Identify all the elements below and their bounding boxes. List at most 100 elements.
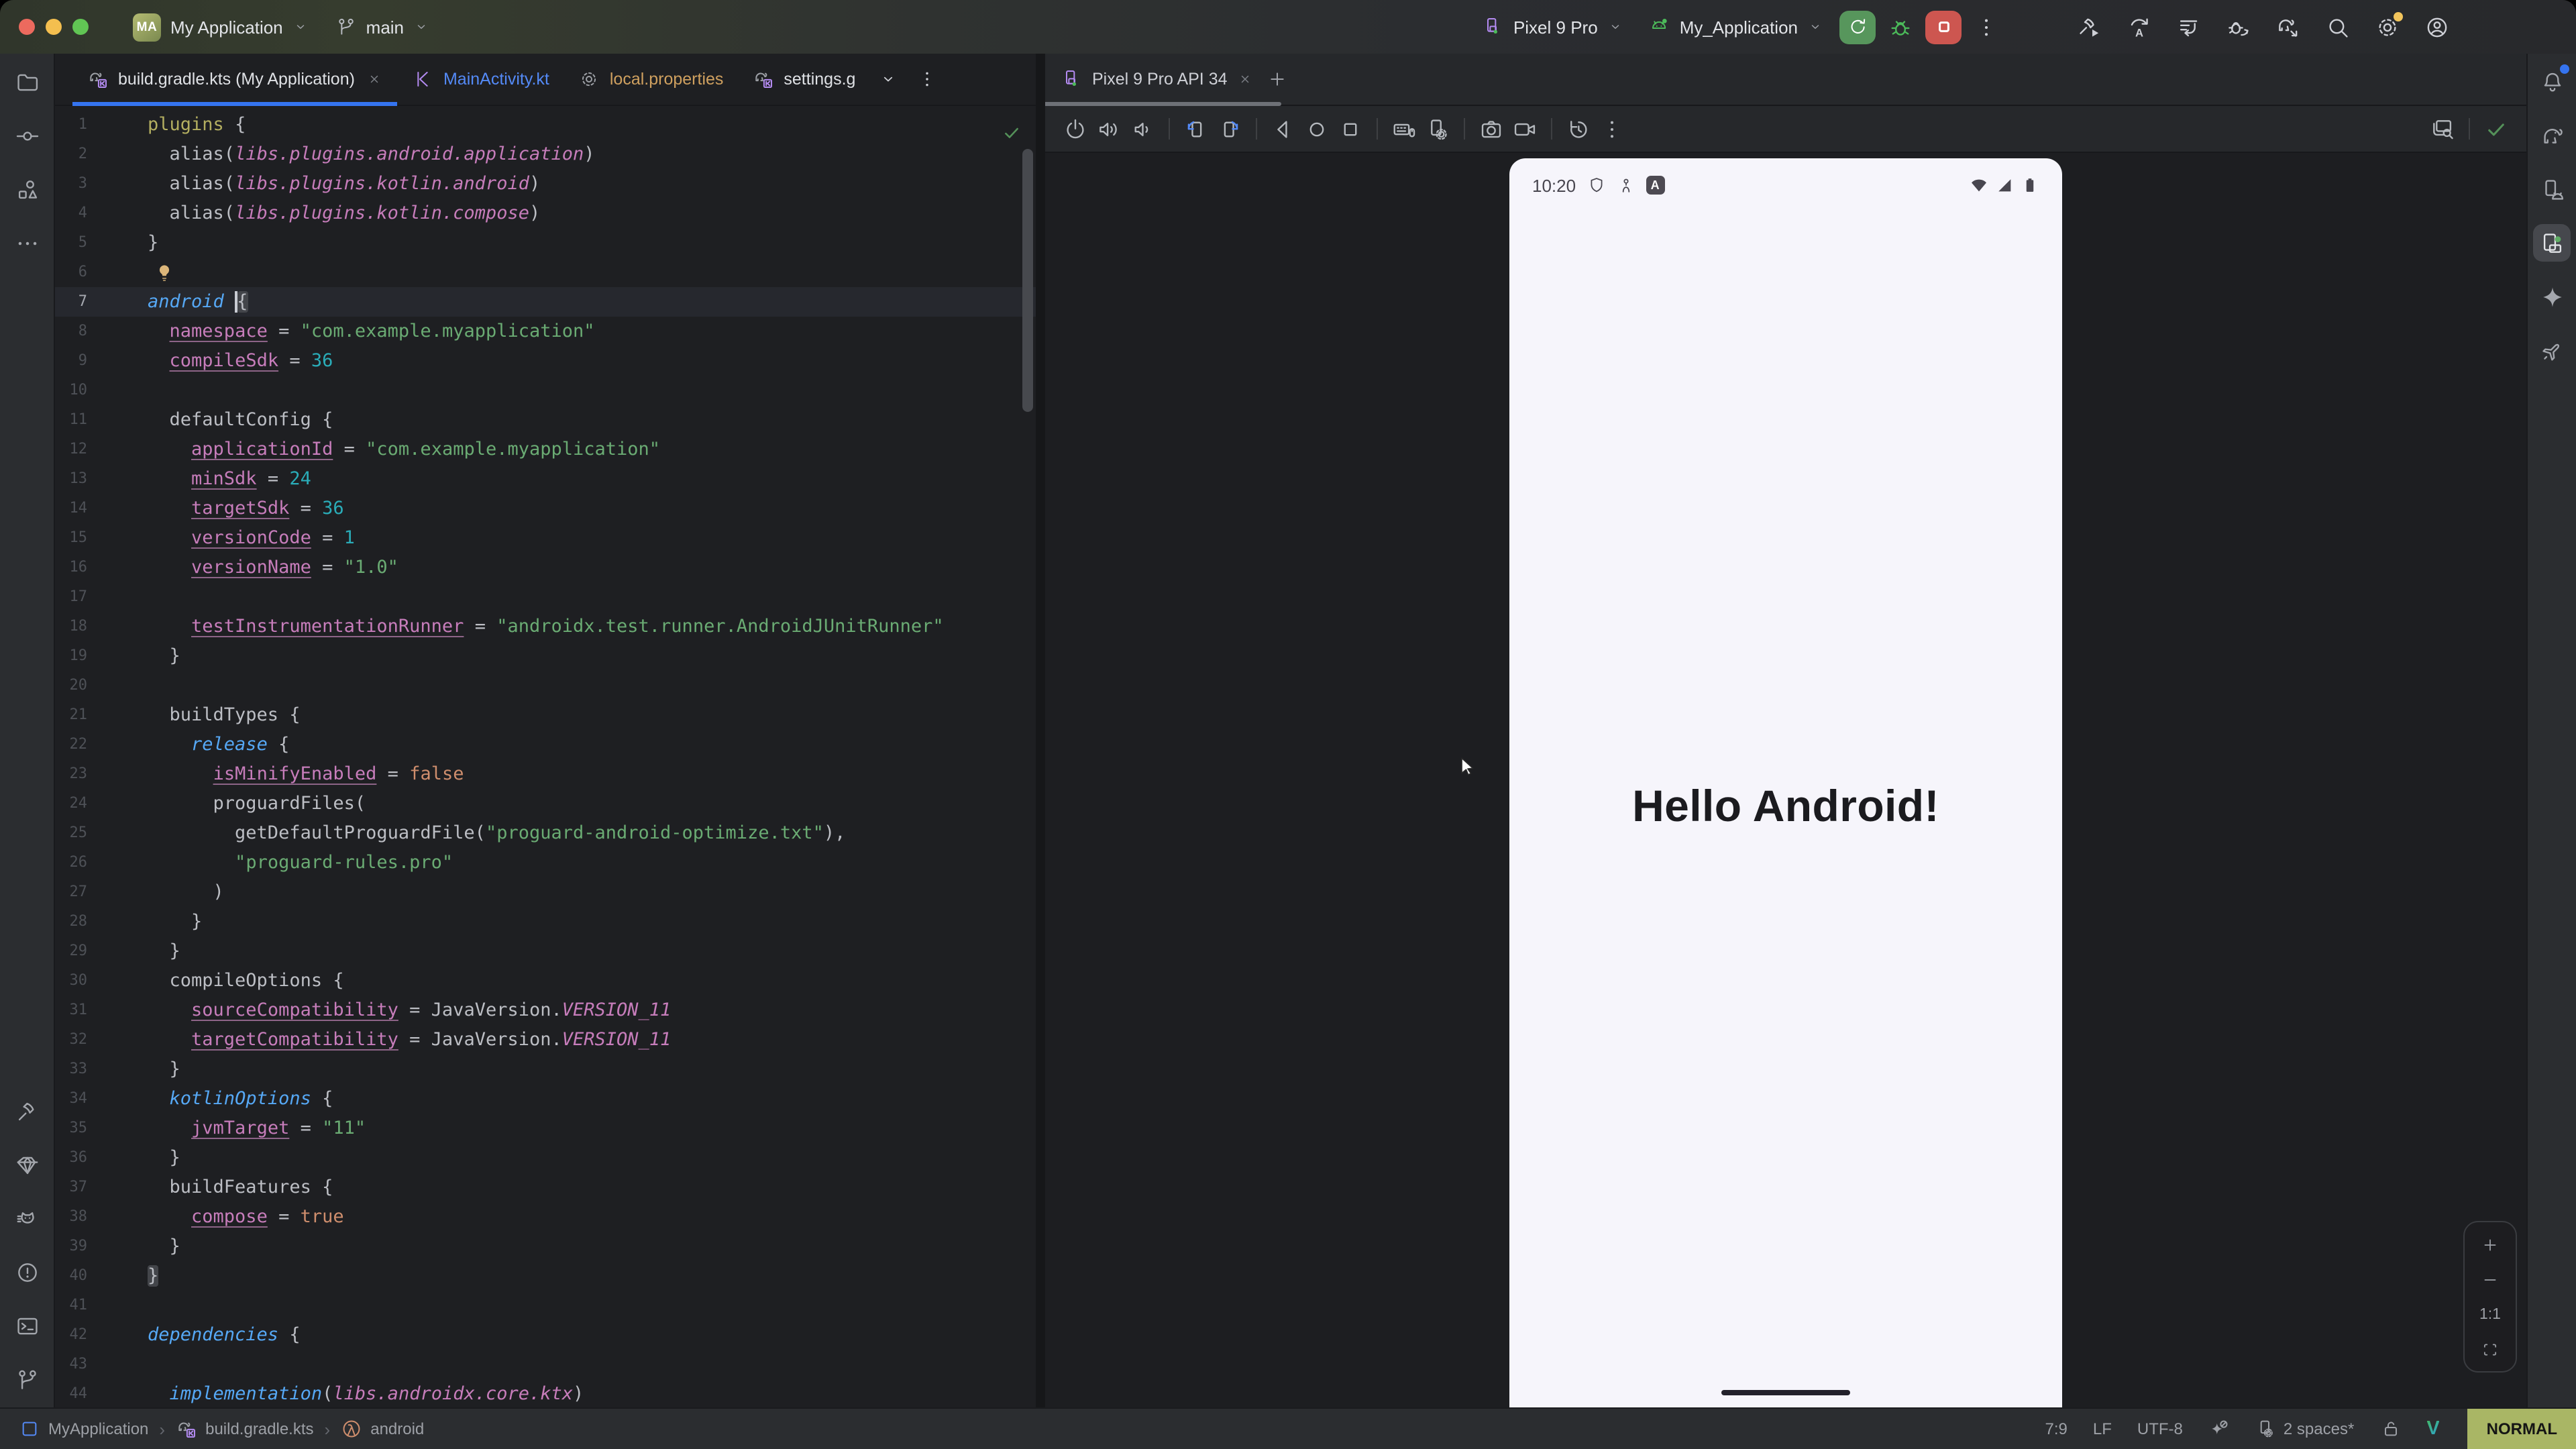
profile-button[interactable] [2419, 9, 2455, 45]
emulator-more-button[interactable] [1595, 113, 1629, 145]
lightbulb-icon[interactable] [153, 261, 176, 284]
line-separator[interactable]: LF [2093, 1419, 2112, 1438]
person-icon [1616, 176, 1635, 195]
ideavim-logo[interactable]: V [2426, 1418, 2439, 1440]
code-token: alias( [148, 144, 235, 165]
problems-tool-button[interactable] [8, 1253, 46, 1291]
toolbar-separator [1377, 118, 1378, 140]
vcs-branch-widget[interactable]: main [326, 11, 439, 43]
code-token: ) [148, 881, 224, 903]
cursor-position[interactable]: 7:9 [2045, 1419, 2068, 1438]
screenshot-button[interactable] [1474, 113, 1508, 145]
code-editor[interactable]: 1plugins {2 alias(libs.plugins.android.a… [55, 106, 1036, 1407]
hardware-input-button[interactable] [1387, 113, 1421, 145]
volume-down-button[interactable] [1126, 113, 1159, 145]
running-devices-tool-button[interactable] [2533, 224, 2571, 262]
editor-tab[interactable]: settings.g [738, 54, 870, 105]
indent-setting[interactable]: 2 spaces* [2255, 1418, 2354, 1440]
run-more-options-button[interactable] [1968, 9, 2004, 45]
more-tool-windows-button[interactable] [8, 224, 46, 262]
overview-button[interactable] [1334, 113, 1367, 145]
device-streaming-tool-button[interactable] [2533, 331, 2571, 369]
build-tool-button[interactable] [8, 1092, 46, 1130]
line-number: 13 [55, 464, 87, 494]
editor-tab[interactable]: MainActivity.kt [398, 54, 564, 105]
gesture-navigation-bar[interactable] [1721, 1389, 1850, 1395]
debug-button[interactable] [1882, 9, 1919, 45]
emulator-tab-bar: Pixel 9 Pro API 34 [1045, 54, 2526, 106]
rotate-right-button[interactable] [1213, 113, 1246, 145]
close-window-button[interactable] [19, 19, 35, 35]
attach-debugger-button[interactable] [2220, 9, 2257, 45]
code-token: proguardFiles( [148, 793, 366, 814]
zoom-actual-size-button[interactable]: 1:1 [2473, 1299, 2508, 1330]
logcat-tool-button[interactable] [8, 1199, 46, 1237]
gradle-tool-button[interactable] [2533, 117, 2571, 154]
notifications-tool-button[interactable] [2533, 63, 2571, 101]
editor-tab[interactable]: local.properties [564, 54, 739, 105]
project-tool-button[interactable] [8, 63, 46, 101]
power-button[interactable] [1059, 113, 1092, 145]
apply-code-changes-button[interactable] [2171, 9, 2207, 45]
rerun-button[interactable] [1839, 10, 1876, 44]
code-line-content: } [148, 1232, 180, 1261]
minimize-window-button[interactable] [46, 19, 62, 35]
home-button[interactable] [1300, 113, 1334, 145]
sync-gradle-button[interactable] [2270, 9, 2306, 45]
device-screen[interactable]: 10:20 A Hello Android! [1509, 158, 2062, 1407]
editor-tab[interactable]: build.gradle.kts (My Application) [72, 54, 398, 105]
rotate-left-button[interactable] [1179, 113, 1213, 145]
settings-button[interactable] [2369, 9, 2406, 45]
device-settings-button[interactable] [1421, 113, 1454, 145]
zoom-in-button[interactable] [2473, 1229, 2508, 1260]
search-everywhere-button[interactable] [2320, 9, 2356, 45]
line-number: 9 [55, 346, 87, 376]
layout-inspector-button[interactable] [2426, 113, 2459, 145]
code-token: namespace [170, 321, 268, 342]
file-encoding[interactable]: UTF-8 [2137, 1419, 2183, 1438]
hidden-tabs-dropdown[interactable] [870, 61, 906, 97]
build-run-button[interactable] [2072, 9, 2108, 45]
commit-tool-button[interactable] [8, 117, 46, 154]
device-manager-tool-button[interactable] [2533, 170, 2571, 208]
run-configuration-selector[interactable]: My_Application [1640, 11, 1833, 43]
zoom-out-button[interactable] [2473, 1264, 2508, 1295]
code-line: 27 ) [55, 877, 1036, 907]
gemini-tool-button[interactable] [2533, 278, 2571, 315]
snapshots-button[interactable] [1562, 113, 1595, 145]
stop-button[interactable] [1925, 10, 1962, 44]
version-control-tool-button[interactable] [8, 1360, 46, 1398]
editor-scrollbar[interactable] [1022, 149, 1033, 412]
close-icon[interactable] [367, 71, 383, 87]
emulator-tab[interactable]: Pixel 9 Pro API 34 [1061, 68, 1253, 90]
zoom-fit-button[interactable] [2473, 1334, 2508, 1364]
editor-tab-label: build.gradle.kts (My Application) [118, 70, 355, 89]
code-token: "com.example.myapplication" [366, 439, 660, 460]
volume-up-button[interactable] [1092, 113, 1126, 145]
project-widget[interactable]: MA My Application [123, 7, 318, 46]
resource-manager-tool-button[interactable] [8, 170, 46, 208]
breadcrumb-item[interactable]: build.gradle.kts [176, 1418, 313, 1440]
apply-changes-button[interactable]: A [2121, 9, 2157, 45]
screen-record-button[interactable] [1508, 113, 1542, 145]
breadcrumb-item[interactable]: android [341, 1418, 424, 1440]
terminal-tool-button[interactable] [8, 1307, 46, 1344]
inspections-ok-icon[interactable] [1001, 122, 1022, 144]
back-button[interactable] [1267, 113, 1300, 145]
close-icon[interactable] [1237, 71, 1253, 87]
add-device-button[interactable] [1267, 68, 1288, 90]
tab-options-button[interactable] [909, 61, 945, 97]
pane-splitter[interactable] [1036, 54, 1045, 1407]
code-token [148, 468, 191, 490]
more-h-icon [14, 230, 40, 256]
app-quality-insights-tool-button[interactable] [8, 1146, 46, 1183]
unlock-icon[interactable] [2379, 1418, 2401, 1440]
device-selector[interactable]: Pixel 9 Pro [1473, 11, 1633, 43]
breadcrumb-item[interactable]: MyApplication [19, 1418, 148, 1440]
line-number: 18 [55, 612, 87, 641]
emulator-status-ok-icon[interactable] [2479, 113, 2513, 145]
zoom-window-button[interactable] [72, 19, 89, 35]
ai-assistant-off-icon[interactable] [2208, 1418, 2230, 1440]
code-line-content: applicationId = "com.example.myapplicati… [148, 435, 660, 464]
emulator-toolbar [1045, 106, 2526, 153]
